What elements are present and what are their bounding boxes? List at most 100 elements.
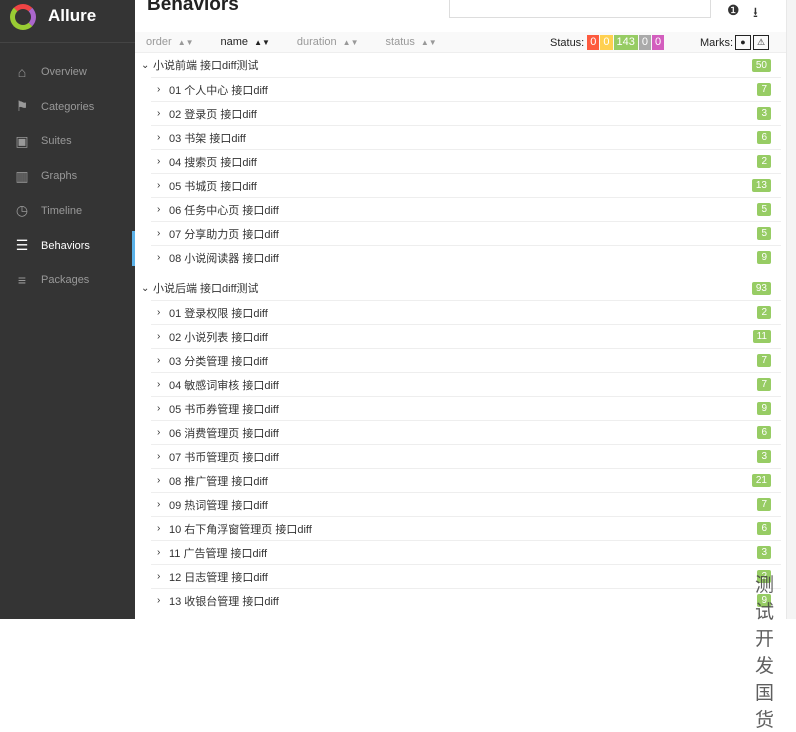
behavior-item[interactable]: › 01 个人中心 接口diff 7 [151, 77, 781, 101]
chevron-right-icon: › [157, 379, 161, 390]
sidebar-item-label: Behaviors [41, 239, 90, 252]
item-name: 02 小说列表 接口diff [169, 331, 268, 344]
item-name: 03 分类管理 接口diff [169, 355, 268, 368]
sidebar-item-label: Suites [41, 135, 72, 148]
sort-name[interactable]: name ▲▼ [221, 36, 270, 48]
sidebar-item-suites[interactable]: ▣ Suites [0, 126, 135, 156]
behavior-item[interactable]: › 10 右下角浮窗管理页 接口diff 6 [151, 516, 781, 540]
chevron-right-icon: › [157, 84, 161, 95]
count-badge: 13 [751, 179, 771, 192]
clock-icon: ◷ [15, 202, 29, 219]
main: Behaviors ❶ ⭳ order ▲▼ name ▲▼ duration ▲▼ … [135, 0, 786, 731]
page-title: Behaviors [147, 0, 239, 15]
chevron-right-icon: › [157, 156, 161, 167]
count-badge: 6 [757, 426, 771, 439]
chevron-right-icon: › [157, 595, 161, 606]
status-count-badge[interactable]: 0 [638, 35, 651, 50]
sidebar: Allure ⌂ Overview ⚑ Categories ▣ Suites ▥ Graph… [0, 0, 135, 619]
behavior-item[interactable]: › 04 搜索页 接口diff 2 [151, 149, 781, 173]
behavior-item[interactable]: › 03 分类管理 接口diff 7 [151, 348, 781, 372]
behavior-item[interactable]: › 07 书币管理页 接口diff 3 [151, 444, 781, 468]
count-badge: 3 [757, 107, 771, 120]
behavior-item[interactable]: › 01 登录权限 接口diff 2 [151, 300, 781, 324]
item-name: 01 登录权限 接口diff [169, 307, 268, 320]
bar-chart-icon: ▥ [15, 167, 29, 184]
behavior-item[interactable]: › 09 热词管理 接口diff 7 [151, 492, 781, 516]
sidebar-item-categories[interactable]: ⚑ Categories [0, 92, 135, 122]
chevron-right-icon: › [157, 571, 161, 582]
item-name: 04 敏感词审核 接口diff [169, 379, 279, 392]
behavior-item[interactable]: › 06 消费管理页 接口diff 6 [151, 420, 781, 444]
sidebar-item-label: Timeline [41, 204, 83, 217]
chevron-right-icon: › [157, 499, 161, 510]
item-name: 08 推广管理 接口diff [169, 475, 268, 488]
chevron-right-icon: › [157, 132, 161, 143]
warning-mark-icon[interactable]: ⚠ [753, 35, 769, 50]
behavior-item[interactable]: › 11 广告管理 接口diff 3 [151, 540, 781, 564]
sort-status[interactable]: status ▲▼ [386, 36, 437, 48]
briefcase-icon: ▣ [15, 132, 29, 149]
item-name: 09 热词管理 接口diff [169, 499, 268, 512]
scrollbar[interactable] [786, 0, 796, 619]
count-badge: 2 [757, 155, 771, 168]
behavior-item[interactable]: › 12 日志管理 接口diff 2 [151, 564, 781, 588]
count-badge: 7 [757, 498, 771, 511]
status-count-badge[interactable]: 0 [587, 35, 600, 50]
chevron-right-icon: › [157, 180, 161, 191]
sidebar-item-graphs[interactable]: ▥ Graphs [0, 161, 135, 191]
flag-icon: ⚑ [15, 98, 29, 115]
behavior-item[interactable]: › 05 书币券管理 接口diff 9 [151, 396, 781, 420]
sidebar-item-behaviors[interactable]: ☰ Behaviors [0, 230, 135, 266]
sort-order[interactable]: order ▲▼ [146, 36, 194, 48]
search-input[interactable] [449, 0, 711, 18]
count-badge: 21 [751, 474, 771, 487]
status-count-badge[interactable]: 143 [613, 35, 638, 50]
behavior-item[interactable]: › 08 推广管理 接口diff 21 [151, 468, 781, 492]
behavior-group[interactable]: ⌄ 小说后端 接口diff测试 93 [141, 276, 781, 300]
behavior-item[interactable]: › 05 书城页 接口diff 13 [151, 173, 781, 197]
sidebar-item-packages[interactable]: ≡ Packages [0, 265, 135, 295]
chevron-right-icon: › [157, 204, 161, 215]
behavior-item[interactable]: › 06 任务中心页 接口diff 5 [151, 197, 781, 221]
count-badge: 3 [757, 450, 771, 463]
behavior-group[interactable]: ⌄ 小说前端 接口diff测试 50 [141, 53, 781, 77]
count-badge: 7 [757, 378, 771, 391]
marks-filter: Marks: ● ⚠ [700, 35, 769, 50]
list-icon: ☰ [15, 237, 29, 253]
item-name: 08 小说阅读器 接口diff [169, 252, 279, 265]
chevron-right-icon: › [157, 108, 161, 119]
status-count-badge[interactable]: 0 [651, 35, 665, 50]
sidebar-item-label: Overview [41, 66, 87, 78]
behavior-item[interactable]: › 07 分享助力页 接口diff 5 [151, 221, 781, 245]
flaky-mark-icon[interactable]: ● [735, 35, 751, 50]
status-count-badge[interactable]: 0 [600, 35, 613, 50]
behavior-item[interactable]: › 02 小说列表 接口diff 11 [151, 324, 781, 348]
count-badge: 9 [757, 251, 771, 264]
sidebar-item-label: Categories [41, 100, 95, 113]
chevron-right-icon: › [157, 427, 161, 438]
behavior-item[interactable]: › 08 小说阅读器 接口diff 9 [151, 245, 781, 269]
sidebar-item-overview[interactable]: ⌂ Overview [0, 57, 135, 87]
behavior-item[interactable]: › 04 敏感词审核 接口diff 7 [151, 372, 781, 396]
chevron-down-icon: ⌄ [141, 59, 150, 71]
count-badge: 7 [757, 83, 771, 96]
behavior-item[interactable]: › 13 收银台管理 接口diff 9 [151, 588, 781, 612]
behavior-item[interactable]: › 03 书架 接口diff 6 [151, 125, 781, 149]
group-name: 小说后端 接口diff测试 [153, 283, 259, 295]
sort-duration[interactable]: duration ▲▼ [297, 36, 359, 48]
info-icon[interactable]: ❶ [727, 2, 740, 19]
count-badge: 11 [752, 330, 771, 343]
count-badge: 6 [757, 131, 771, 144]
toolbar: order ▲▼ name ▲▼ duration ▲▼ status ▲▼ Statu… [135, 32, 786, 53]
behavior-item[interactable]: › 02 登录页 接口diff 3 [151, 101, 781, 125]
download-icon[interactable]: ⭳ [753, 2, 758, 26]
count-badge: 5 [757, 227, 771, 240]
chevron-right-icon: › [157, 403, 161, 414]
sidebar-item-label: Graphs [41, 170, 78, 183]
sidebar-item-timeline[interactable]: ◷ Timeline [0, 196, 135, 226]
count-badge: 2 [757, 306, 771, 319]
chevron-right-icon: › [157, 523, 161, 534]
count-badge: 93 [751, 281, 771, 295]
chevron-right-icon: › [157, 475, 161, 486]
item-name: 03 书架 接口diff [169, 132, 246, 145]
